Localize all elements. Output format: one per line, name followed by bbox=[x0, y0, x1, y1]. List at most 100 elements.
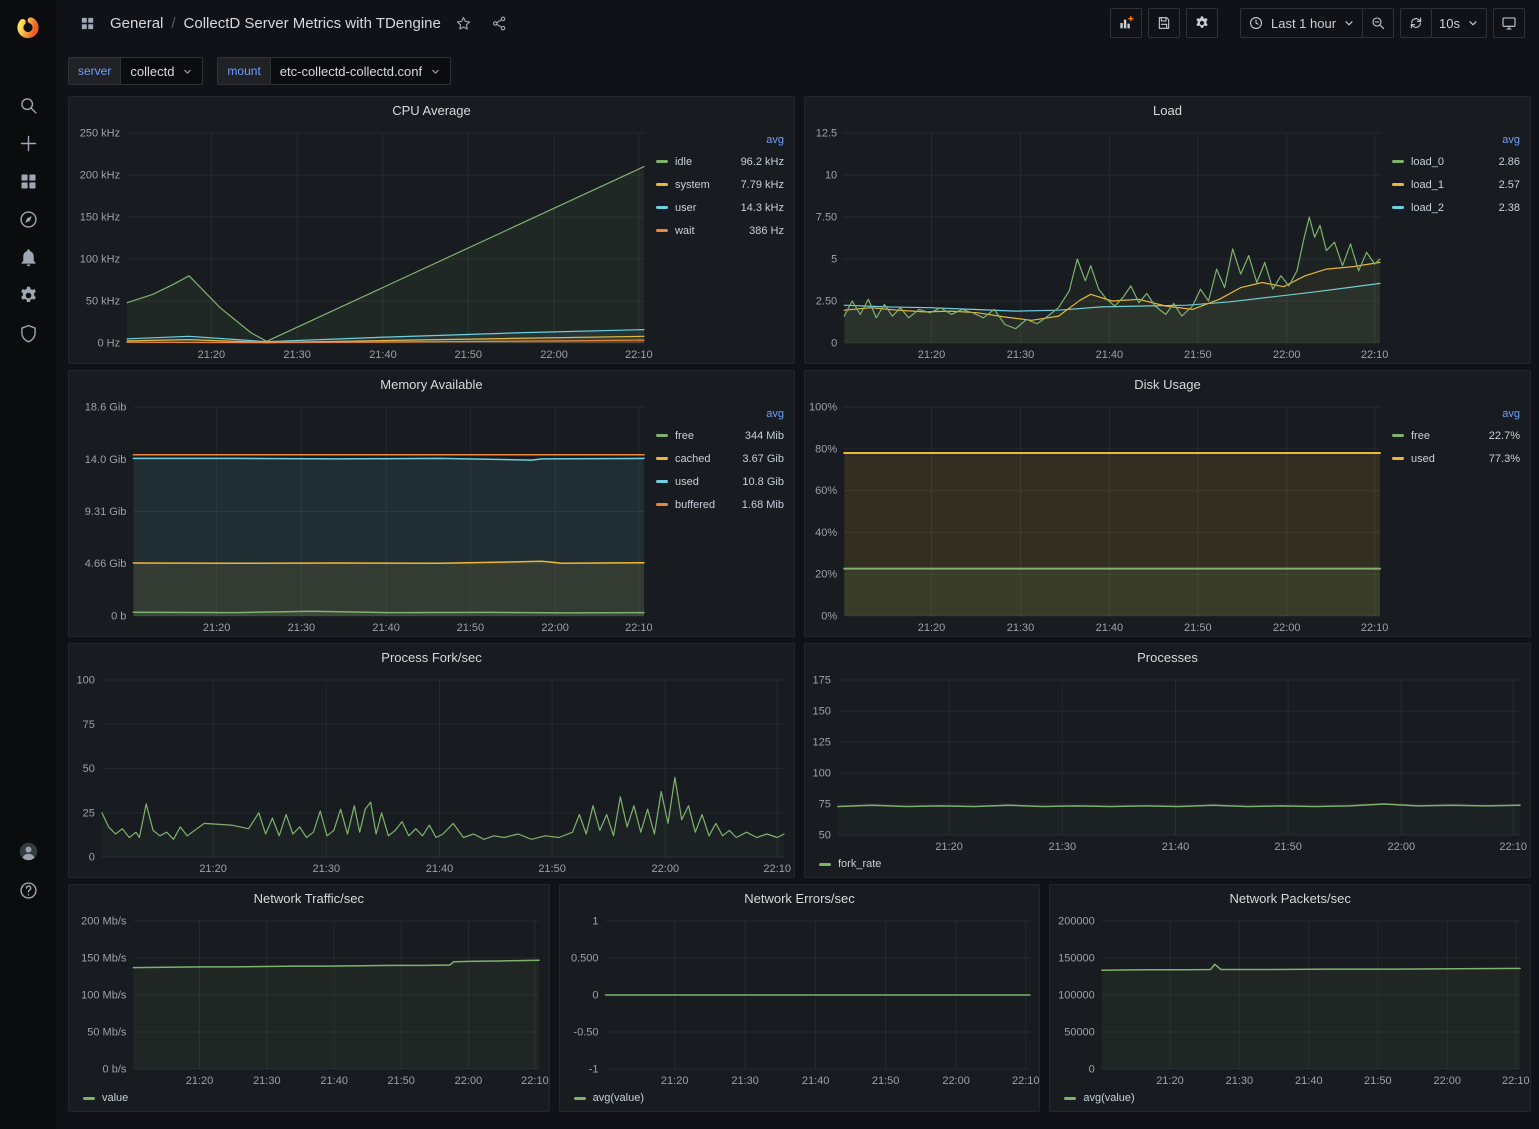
breadcrumb: General / CollectD Server Metrics with T… bbox=[74, 10, 513, 36]
svg-text:22:00: 22:00 bbox=[1434, 1075, 1462, 1087]
chart-load[interactable]: 21:2021:3021:4021:5022:0022:1012.5107.50… bbox=[805, 124, 1390, 363]
svg-text:21:30: 21:30 bbox=[288, 622, 316, 634]
dashboard-grid-icon bbox=[74, 10, 100, 36]
series-color-dash bbox=[656, 183, 668, 186]
series-color-dash bbox=[1064, 1097, 1076, 1100]
legend: avgload_02.86load_12.57load_22.38 bbox=[1390, 124, 1530, 363]
svg-text:4.66 Gib: 4.66 Gib bbox=[85, 558, 127, 570]
chart-memory-available[interactable]: 21:2021:3021:4021:5022:0022:1018.6 Gib14… bbox=[69, 398, 654, 636]
svg-text:22:10: 22:10 bbox=[625, 622, 653, 634]
server-admin-shield-icon[interactable] bbox=[15, 320, 41, 346]
user-avatar[interactable] bbox=[15, 838, 41, 864]
create-plus-icon[interactable] bbox=[15, 130, 41, 156]
search-icon[interactable] bbox=[15, 92, 41, 118]
legend-item-buffered[interactable]: buffered1.68 Mib bbox=[656, 493, 784, 516]
explore-compass-icon[interactable] bbox=[15, 206, 41, 232]
panel-network-packets-sec: Network Packets/sec21:2021:3021:4021:502… bbox=[1049, 884, 1531, 1112]
breadcrumb-title[interactable]: CollectD Server Metrics with TDengine bbox=[184, 15, 441, 32]
svg-text:100: 100 bbox=[77, 675, 95, 687]
svg-text:0 b: 0 b bbox=[111, 611, 126, 623]
svg-text:40%: 40% bbox=[815, 527, 837, 539]
chart-cpu-average[interactable]: 21:2021:3021:4021:5022:0022:10250 kHz200… bbox=[69, 124, 654, 363]
svg-text:21:50: 21:50 bbox=[1364, 1075, 1392, 1087]
chart-process-fork-sec[interactable]: 21:2021:3021:4021:5022:0022:101007550250 bbox=[69, 671, 794, 877]
svg-text:1: 1 bbox=[592, 916, 598, 928]
svg-text:21:50: 21:50 bbox=[1274, 841, 1302, 853]
series-color-dash bbox=[1392, 434, 1404, 437]
svg-text:21:30: 21:30 bbox=[253, 1075, 281, 1087]
svg-text:22:10: 22:10 bbox=[1361, 622, 1389, 634]
svg-text:22:10: 22:10 bbox=[521, 1075, 549, 1087]
save-dashboard-button[interactable] bbox=[1148, 8, 1180, 38]
legend-item-used[interactable]: used77.3% bbox=[1392, 447, 1520, 470]
chart-network-traffic-sec[interactable]: 21:2021:3021:4021:5022:0022:10200 Mb/s15… bbox=[69, 912, 549, 1089]
legend-item-load-0[interactable]: load_02.86 bbox=[1392, 150, 1520, 173]
monitor-icon bbox=[1501, 15, 1517, 31]
panel-title[interactable]: Disk Usage bbox=[805, 371, 1530, 398]
svg-text:0: 0 bbox=[592, 990, 598, 1002]
panel-title[interactable]: Memory Available bbox=[69, 371, 794, 398]
legend-item-avg-value[interactable]: avg(value) bbox=[574, 1089, 644, 1107]
svg-text:21:20: 21:20 bbox=[661, 1075, 689, 1087]
grafana-logo-icon[interactable] bbox=[15, 14, 41, 40]
legend-item-idle[interactable]: idle96.2 kHz bbox=[656, 150, 784, 173]
panel-title[interactable]: Processes bbox=[805, 644, 1530, 671]
alerting-bell-icon[interactable] bbox=[15, 244, 41, 270]
legend: avg(value) bbox=[1050, 1089, 1530, 1111]
svg-text:21:50: 21:50 bbox=[1184, 349, 1212, 361]
chart-network-errors-sec[interactable]: 21:2021:3021:4021:5022:0022:1010.5000-0.… bbox=[560, 912, 1040, 1089]
chart-disk-usage[interactable]: 21:2021:3021:4021:5022:0022:10100%80%60%… bbox=[805, 398, 1390, 636]
legend-item-cached[interactable]: cached3.67 Gib bbox=[656, 447, 784, 470]
chart-processes[interactable]: 21:2021:3021:4021:5022:0022:101751501251… bbox=[805, 671, 1530, 855]
series-color-dash bbox=[656, 434, 668, 437]
add-panel-button[interactable] bbox=[1110, 8, 1142, 38]
dashboards-icon[interactable] bbox=[15, 168, 41, 194]
legend-item-free[interactable]: free22.7% bbox=[1392, 424, 1520, 447]
configuration-gear-icon[interactable] bbox=[15, 282, 41, 308]
time-range-picker[interactable]: Last 1 hour bbox=[1240, 8, 1363, 38]
svg-text:0 b/s: 0 b/s bbox=[103, 1064, 127, 1076]
series-color-dash bbox=[1392, 160, 1404, 163]
svg-text:21:30: 21:30 bbox=[283, 349, 311, 361]
svg-text:2.50: 2.50 bbox=[816, 296, 837, 308]
svg-text:21:20: 21:20 bbox=[935, 841, 963, 853]
refresh-icon bbox=[1408, 15, 1424, 31]
panel-title[interactable]: Network Packets/sec bbox=[1050, 885, 1530, 912]
legend-item-used[interactable]: used10.8 Gib bbox=[656, 470, 784, 493]
variable-label-server: server bbox=[68, 57, 120, 85]
panel-title[interactable]: Network Traffic/sec bbox=[69, 885, 549, 912]
legend-item-system[interactable]: system7.79 kHz bbox=[656, 173, 784, 196]
refresh-button[interactable] bbox=[1400, 8, 1432, 38]
panel-title[interactable]: Load bbox=[805, 97, 1530, 124]
refresh-interval-dropdown[interactable]: 10s bbox=[1431, 8, 1487, 38]
variable-value-mount[interactable]: etc-collectd-collectd.conf bbox=[270, 57, 451, 85]
legend-item-fork-rate[interactable]: fork_rate bbox=[819, 855, 881, 873]
chart-network-packets-sec[interactable]: 21:2021:3021:4021:5022:0022:102000001500… bbox=[1050, 912, 1530, 1089]
legend-item-wait[interactable]: wait386 Hz bbox=[656, 219, 784, 242]
panel-title[interactable]: Process Fork/sec bbox=[69, 644, 794, 671]
svg-text:22:00: 22:00 bbox=[541, 622, 569, 634]
clock-icon bbox=[1248, 15, 1264, 31]
variable-value-server[interactable]: collectd bbox=[120, 57, 203, 85]
panel-processes: Processes21:2021:3021:4021:5022:0022:101… bbox=[804, 643, 1531, 878]
panel-disk-usage: Disk Usage21:2021:3021:4021:5022:0022:10… bbox=[804, 370, 1531, 637]
chevron-down-icon bbox=[430, 66, 441, 77]
zoom-out-button[interactable] bbox=[1362, 8, 1394, 38]
breadcrumb-folder[interactable]: General bbox=[110, 15, 163, 32]
legend-item-load-2[interactable]: load_22.38 bbox=[1392, 196, 1520, 219]
share-icon[interactable] bbox=[487, 10, 513, 36]
legend-item-user[interactable]: user14.3 kHz bbox=[656, 196, 784, 219]
variable-mount: mount etc-collectd-collectd.conf bbox=[217, 57, 451, 85]
legend-item-free[interactable]: free344 Mib bbox=[656, 424, 784, 447]
legend-item-avg-value[interactable]: avg(value) bbox=[1064, 1089, 1134, 1107]
panel-title[interactable]: CPU Average bbox=[69, 97, 794, 124]
cycle-view-button[interactable] bbox=[1493, 8, 1525, 38]
svg-text:0: 0 bbox=[89, 852, 95, 864]
dashboard-settings-button[interactable] bbox=[1186, 8, 1218, 38]
panel-title[interactable]: Network Errors/sec bbox=[560, 885, 1040, 912]
legend-item-value[interactable]: value bbox=[83, 1089, 128, 1107]
star-icon[interactable] bbox=[451, 10, 477, 36]
help-icon[interactable] bbox=[15, 877, 41, 903]
legend-item-load-1[interactable]: load_12.57 bbox=[1392, 173, 1520, 196]
svg-text:50: 50 bbox=[819, 830, 831, 842]
